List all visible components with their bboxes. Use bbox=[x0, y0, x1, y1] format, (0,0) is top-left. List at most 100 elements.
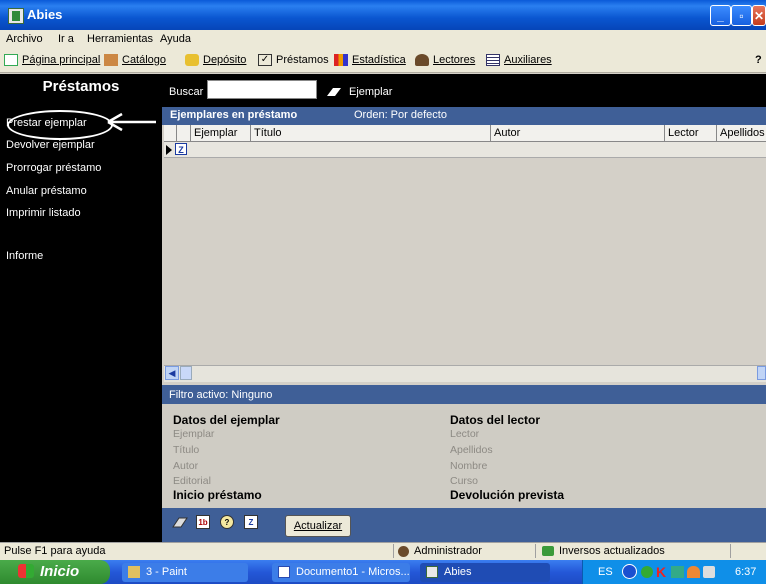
menu-archivo[interactable]: Archivo bbox=[6, 33, 43, 45]
sidebar-item-devolver-ejemplar[interactable]: Devolver ejemplar bbox=[6, 139, 95, 151]
pointer-arrow-icon bbox=[107, 112, 156, 132]
toolbar-auxiliares[interactable]: Auxiliares bbox=[486, 54, 552, 66]
sort-alpha-icon[interactable]: Z bbox=[244, 515, 258, 529]
field-autor: Autor bbox=[173, 460, 199, 472]
eraser-icon[interactable] bbox=[327, 86, 341, 96]
query-icon[interactable]: ? bbox=[220, 515, 234, 529]
task-abies[interactable]: Abies bbox=[420, 563, 550, 582]
toolbar-label: Préstamos bbox=[276, 54, 329, 66]
status-divider bbox=[535, 544, 536, 558]
tray-network-icon[interactable] bbox=[671, 566, 684, 578]
search-label: Buscar bbox=[169, 86, 204, 98]
toolbar-label: Lectores bbox=[433, 54, 476, 66]
column-header-apellidos[interactable]: Apellidos bbox=[716, 125, 766, 141]
status-user-label: Administrador bbox=[414, 545, 482, 557]
auxiliary-icon bbox=[486, 54, 500, 66]
field-nombre: Nombre bbox=[450, 460, 488, 472]
loans-grid[interactable] bbox=[164, 125, 766, 381]
tray-volume-icon[interactable] bbox=[703, 566, 715, 578]
help-icon[interactable]: ? bbox=[755, 54, 762, 66]
tray-back-icon[interactable] bbox=[622, 564, 637, 579]
toolbar-deposito[interactable]: Depósito bbox=[185, 54, 246, 66]
search-mode-label: Ejemplar bbox=[349, 86, 393, 98]
toolbar-catalogo[interactable]: Catálogo bbox=[104, 54, 166, 66]
deposit-icon bbox=[185, 54, 199, 66]
table-row[interactable] bbox=[164, 142, 766, 158]
tray-antivirus-icon[interactable] bbox=[687, 566, 700, 578]
start-label: Inicio bbox=[40, 563, 80, 580]
task-word-document[interactable]: Documento1 - Micros... bbox=[272, 563, 410, 582]
sidebar-item-informe[interactable]: Informe bbox=[6, 250, 43, 262]
grid-order[interactable]: Orden: Por defecto bbox=[354, 109, 447, 121]
windows-logo-icon bbox=[18, 564, 34, 578]
due-date-label: Devolución prevista bbox=[450, 488, 565, 502]
close-button[interactable]: ✕ bbox=[752, 5, 766, 26]
title-bar bbox=[0, 0, 766, 30]
word-icon bbox=[278, 566, 290, 578]
field-lector: Lector bbox=[450, 428, 480, 440]
sidebar-title: Préstamos bbox=[42, 78, 120, 95]
status-sync: Inversos actualizados bbox=[542, 545, 665, 557]
horizontal-scrollbar[interactable] bbox=[164, 365, 766, 382]
column-header-ejemplar[interactable]: Ejemplar bbox=[190, 125, 250, 141]
sidebar-item-imprimir-listado[interactable]: Imprimir listado bbox=[6, 207, 81, 219]
toolbar-estadistica[interactable]: Estadística bbox=[334, 54, 406, 66]
statistics-icon bbox=[334, 54, 348, 66]
column-header-titulo[interactable]: Título bbox=[250, 125, 490, 141]
scroll-right-icon[interactable] bbox=[757, 366, 766, 380]
menu-herramientas[interactable]: Herramientas bbox=[87, 33, 153, 45]
menu-ayuda[interactable]: Ayuda bbox=[160, 33, 191, 45]
clock: 6:37 bbox=[735, 566, 757, 578]
toolbar-label: Auxiliares bbox=[504, 54, 552, 66]
loans-icon: ✓ bbox=[258, 54, 272, 66]
status-divider bbox=[393, 544, 394, 558]
readers-icon bbox=[415, 54, 429, 66]
tray-k-icon[interactable]: K bbox=[656, 564, 666, 580]
start-button[interactable]: Inicio bbox=[0, 560, 110, 584]
toolbar-pagina-principal[interactable]: Página principal bbox=[4, 54, 100, 66]
field-apellidos: Apellidos bbox=[450, 444, 493, 456]
minimize-button[interactable]: _ bbox=[710, 5, 731, 26]
reader-details-title: Datos del lector bbox=[450, 413, 541, 427]
field-editorial: Editorial bbox=[173, 475, 211, 487]
refresh-button[interactable]: Actualizar bbox=[285, 515, 351, 537]
refresh-button-label: Actualizar bbox=[293, 520, 343, 532]
toolbar-lectores[interactable]: Lectores bbox=[415, 54, 475, 66]
window-title: Abies bbox=[27, 7, 63, 22]
scroll-left-icon[interactable]: ◀ bbox=[165, 366, 179, 380]
toolbar-label: Depósito bbox=[203, 54, 247, 66]
column-header-autor[interactable]: Autor bbox=[490, 125, 664, 141]
filter-status: Filtro activo: Ninguno bbox=[169, 389, 273, 401]
column-header-lector[interactable]: Lector bbox=[664, 125, 716, 141]
loan-start-label: Inicio préstamo bbox=[173, 488, 262, 502]
sync-icon bbox=[542, 546, 554, 556]
task-label: 3 - Paint bbox=[146, 566, 187, 578]
column-selector[interactable] bbox=[176, 125, 190, 141]
tray-app-icon[interactable] bbox=[641, 566, 653, 578]
row-new-icon: Z bbox=[175, 143, 187, 155]
language-indicator[interactable]: ES bbox=[598, 566, 613, 578]
highlight-ellipse bbox=[7, 110, 113, 140]
field-curso: Curso bbox=[450, 475, 479, 487]
home-icon bbox=[4, 54, 18, 66]
scroll-thumb[interactable] bbox=[180, 366, 192, 380]
abies-icon bbox=[426, 566, 438, 578]
search-input[interactable] bbox=[207, 80, 317, 99]
status-hint: Pulse F1 para ayuda bbox=[4, 545, 106, 557]
sidebar-item-anular-prestamo[interactable]: Anular préstamo bbox=[6, 185, 87, 197]
sidebar-item-prorrogar-prestamo[interactable]: Prorrogar préstamo bbox=[6, 162, 101, 174]
toolbar-label: Página principal bbox=[22, 54, 101, 66]
menu-ir-a[interactable]: Ir a bbox=[58, 33, 74, 45]
app-icon bbox=[8, 8, 24, 24]
task-label: Abies bbox=[444, 566, 472, 578]
sort-numeric-icon[interactable]: 1b bbox=[196, 515, 210, 529]
field-titulo: Título bbox=[173, 444, 200, 456]
row-pointer-icon bbox=[166, 145, 172, 155]
copy-details-title: Datos del ejemplar bbox=[173, 413, 280, 427]
eraser-tool-icon[interactable] bbox=[172, 515, 188, 529]
status-sync-label: Inversos actualizados bbox=[559, 545, 665, 557]
maximize-button[interactable]: ▫ bbox=[731, 5, 752, 26]
task-paint[interactable]: 3 - Paint bbox=[122, 563, 248, 582]
grid-title: Ejemplares en préstamo bbox=[170, 109, 298, 121]
toolbar-prestamos[interactable]: ✓ Préstamos bbox=[258, 54, 329, 66]
